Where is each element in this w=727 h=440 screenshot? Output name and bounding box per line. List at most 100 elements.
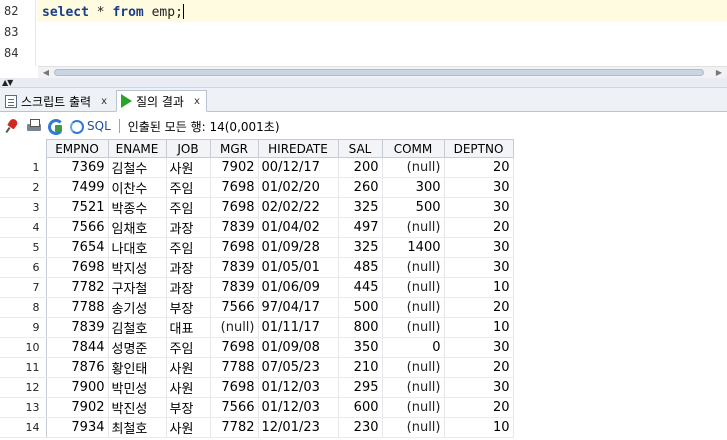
cell-sal[interactable]: 210 xyxy=(338,357,383,378)
cell-ename[interactable]: 나대호 xyxy=(108,237,167,258)
table-row[interactable]: 7 7782 구자철 과장 7839 01/06/09 445 (null) 10 xyxy=(0,277,514,298)
cell-deptno[interactable]: 30 xyxy=(444,337,514,358)
scrollbar-thumb[interactable] xyxy=(54,69,704,76)
cell-empno[interactable]: 7698 xyxy=(46,257,109,278)
result-table[interactable]: EMPNO ENAME JOB MGR HIREDATE SAL COMM DE… xyxy=(0,139,514,438)
cell-mgr[interactable]: 7566 xyxy=(210,397,259,418)
scroll-right-icon[interactable]: ▶ xyxy=(713,68,725,78)
cell-empno[interactable]: 7521 xyxy=(46,197,109,218)
cell-sal[interactable]: 500 xyxy=(338,297,383,318)
code-line[interactable]: select * from emp; xyxy=(42,4,184,20)
cell-mgr[interactable]: 7839 xyxy=(210,277,259,298)
cell-mgr[interactable]: 7698 xyxy=(210,377,259,398)
sql-icon[interactable] xyxy=(69,119,84,134)
cell-job[interactable]: 대표 xyxy=(166,317,211,338)
table-row[interactable]: 10 7844 성명준 주임 7698 01/09/08 350 0 30 xyxy=(0,337,514,358)
pin-icon[interactable] xyxy=(5,118,21,134)
column-header-comm[interactable]: COMM xyxy=(381,139,445,158)
cell-deptno[interactable]: 10 xyxy=(444,317,514,338)
cell-job[interactable]: 사원 xyxy=(166,417,211,438)
cell-job[interactable]: 주임 xyxy=(166,177,211,198)
cell-comm[interactable]: (null) xyxy=(382,277,445,298)
cell-mgr[interactable]: 7839 xyxy=(210,217,259,238)
cell-empno[interactable]: 7788 xyxy=(46,297,109,318)
cell-ename[interactable]: 박민성 xyxy=(108,377,167,398)
cell-comm[interactable]: 300 xyxy=(382,177,445,198)
cell-comm[interactable]: (null) xyxy=(382,317,445,338)
cell-deptno[interactable]: 30 xyxy=(444,177,514,198)
cell-mgr[interactable]: 7698 xyxy=(210,197,259,218)
cell-empno[interactable]: 7499 xyxy=(46,177,109,198)
cell-comm[interactable]: 0 xyxy=(382,337,445,358)
cell-hiredate[interactable]: 12/01/23 xyxy=(258,417,339,438)
cell-comm[interactable]: 1400 xyxy=(382,237,445,258)
cell-ename[interactable]: 박진성 xyxy=(108,397,167,418)
cell-comm[interactable]: (null) xyxy=(382,417,445,438)
sql-editor[interactable]: 82 83 84 select * from emp; xyxy=(0,0,727,66)
cell-empno[interactable]: 7902 xyxy=(46,397,109,418)
cell-hiredate[interactable]: 00/12/17 xyxy=(258,157,339,178)
cell-empno[interactable]: 7369 xyxy=(46,157,109,178)
table-row[interactable]: 2 7499 이찬수 주임 7698 01/02/20 260 300 30 xyxy=(0,177,514,198)
splitter-arrows-icon[interactable]: ▲▼ xyxy=(2,78,13,88)
cell-hiredate[interactable]: 01/09/28 xyxy=(258,237,339,258)
cell-hiredate[interactable]: 01/12/03 xyxy=(258,397,339,418)
cell-job[interactable]: 부장 xyxy=(166,297,211,318)
cell-empno[interactable]: 7782 xyxy=(46,277,109,298)
cell-ename[interactable]: 송기성 xyxy=(108,297,167,318)
cell-deptno[interactable]: 30 xyxy=(444,257,514,278)
cell-comm[interactable]: (null) xyxy=(382,357,445,378)
table-row[interactable]: 4 7566 임채호 과장 7839 01/04/02 497 (null) 20 xyxy=(0,217,514,238)
cell-job[interactable]: 부장 xyxy=(166,397,211,418)
query-result-grid[interactable]: EMPNO ENAME JOB MGR HIREDATE SAL COMM DE… xyxy=(0,139,727,440)
cell-sal[interactable]: 230 xyxy=(338,417,383,438)
table-row[interactable]: 5 7654 나대호 주임 7698 01/09/28 325 1400 30 xyxy=(0,237,514,258)
tab-close-icon[interactable]: x xyxy=(194,96,200,107)
cell-empno[interactable]: 7839 xyxy=(46,317,109,338)
cell-sal[interactable]: 325 xyxy=(338,197,383,218)
cell-ename[interactable]: 김철수 xyxy=(108,157,167,178)
cell-comm[interactable]: (null) xyxy=(382,297,445,318)
table-row[interactable]: 12 7900 박민성 사원 7698 01/12/03 295 (null) 30 xyxy=(0,377,514,398)
table-row[interactable]: 8 7788 송기성 부장 7566 97/04/17 500 (null) 20 xyxy=(0,297,514,318)
cell-ename[interactable]: 구자철 xyxy=(108,277,167,298)
cell-mgr[interactable]: (null) xyxy=(210,317,259,338)
cell-job[interactable]: 과장 xyxy=(166,217,211,238)
cell-mgr[interactable]: 7782 xyxy=(210,417,259,438)
cell-empno[interactable]: 7934 xyxy=(46,417,109,438)
cell-sal[interactable]: 485 xyxy=(338,257,383,278)
cell-job[interactable]: 주임 xyxy=(166,337,211,358)
cell-comm[interactable]: (null) xyxy=(382,217,445,238)
table-row[interactable]: 14 7934 최철호 사원 7782 12/01/23 230 (null) 10 xyxy=(0,417,514,438)
cell-deptno[interactable]: 20 xyxy=(444,397,514,418)
cell-ename[interactable]: 김철호 xyxy=(108,317,167,338)
cell-empno[interactable]: 7876 xyxy=(46,357,109,378)
cell-ename[interactable]: 임채호 xyxy=(108,217,167,238)
cell-sal[interactable]: 350 xyxy=(338,337,383,358)
cell-deptno[interactable]: 30 xyxy=(444,377,514,398)
tab-close-icon[interactable]: x xyxy=(101,96,107,107)
cell-empno[interactable]: 7566 xyxy=(46,217,109,238)
cell-job[interactable]: 주임 xyxy=(166,237,211,258)
table-row[interactable]: 1 7369 김철수 사원 7902 00/12/17 200 (null) 20 xyxy=(0,157,514,178)
cell-hiredate[interactable]: 07/05/23 xyxy=(258,357,339,378)
cell-job[interactable]: 사원 xyxy=(166,357,211,378)
cell-hiredate[interactable]: 01/02/20 xyxy=(258,177,339,198)
cell-comm[interactable]: (null) xyxy=(382,257,445,278)
column-header-hiredate[interactable]: HIREDATE xyxy=(257,139,339,158)
cell-hiredate[interactable]: 02/02/22 xyxy=(258,197,339,218)
cell-hiredate[interactable]: 01/11/17 xyxy=(258,317,339,338)
column-header-empno[interactable]: EMPNO xyxy=(45,139,109,158)
cell-ename[interactable]: 이찬수 xyxy=(108,177,167,198)
column-header-ename[interactable]: ENAME xyxy=(107,139,167,158)
cell-ename[interactable]: 박종수 xyxy=(108,197,167,218)
table-row[interactable]: 13 7902 박진성 부장 7566 01/12/03 600 (null) 20 xyxy=(0,397,514,418)
cell-empno[interactable]: 7900 xyxy=(46,377,109,398)
cell-ename[interactable]: 박지성 xyxy=(108,257,167,278)
cell-comm[interactable]: (null) xyxy=(382,157,445,178)
cell-ename[interactable]: 최철호 xyxy=(108,417,167,438)
cell-mgr[interactable]: 7698 xyxy=(210,337,259,358)
scroll-left-icon[interactable]: ◀ xyxy=(40,68,52,78)
cell-comm[interactable]: 500 xyxy=(382,197,445,218)
cell-hiredate[interactable]: 01/12/03 xyxy=(258,377,339,398)
